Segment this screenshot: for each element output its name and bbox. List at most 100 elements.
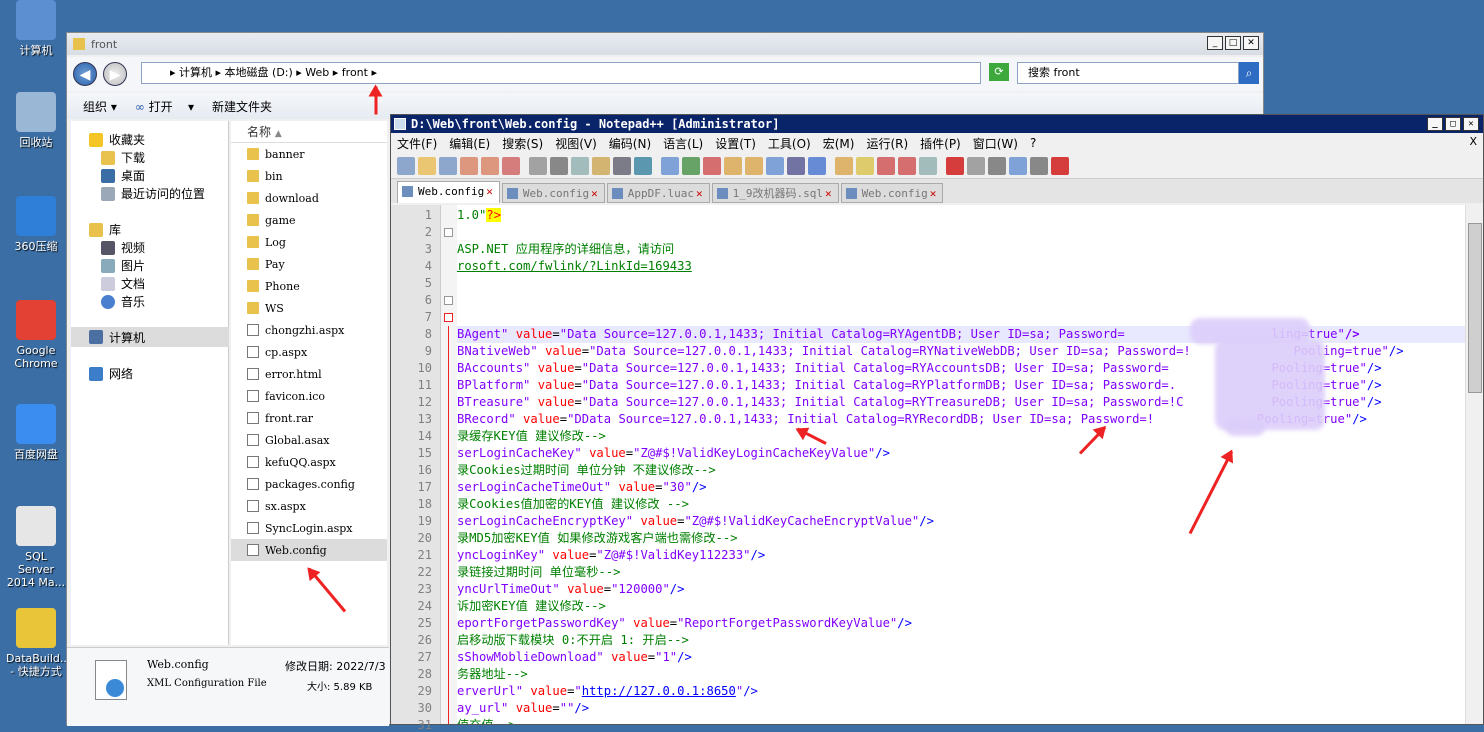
- close-document-x[interactable]: X: [1469, 135, 1477, 148]
- desktop-shortcut[interactable]: 百度网盘: [6, 404, 66, 461]
- file-row[interactable]: error.html: [231, 363, 387, 385]
- scrollbar-thumb[interactable]: [1468, 223, 1482, 393]
- file-row[interactable]: favicon.ico: [231, 385, 387, 407]
- file-row[interactable]: Global.asax: [231, 429, 387, 451]
- minimize-button[interactable]: _: [1207, 36, 1223, 50]
- file-tab[interactable]: Web.config ✕: [397, 181, 500, 203]
- nav-network[interactable]: 网络: [89, 365, 133, 382]
- close-tab-icon[interactable]: ✕: [591, 187, 598, 200]
- all-chars-icon[interactable]: [808, 156, 826, 175]
- save-all-icon[interactable]: [460, 156, 478, 175]
- search-input[interactable]: 搜索 front: [1017, 62, 1239, 84]
- print-icon[interactable]: [529, 156, 547, 175]
- menu-item[interactable]: ?: [1030, 136, 1036, 150]
- desktop-shortcut[interactable]: 计算机: [6, 0, 66, 57]
- address-bar[interactable]: ▸ 计算机 ▸ 本地磁盘 (D:) ▸ Web ▸ front ▸: [141, 62, 981, 84]
- file-tab[interactable]: AppDF.luac ✕: [606, 183, 710, 203]
- code-area[interactable]: 1.0"?> ASP.NET 应用程序的详细信息，请访问 rosoft.com/fw…: [457, 205, 1465, 724]
- file-tab[interactable]: 1_9改机器码.sql ✕: [711, 183, 839, 203]
- close-tab-icon[interactable]: ✕: [696, 187, 703, 200]
- column-header-name[interactable]: 名称 ▲: [231, 121, 387, 143]
- fold-toggle-icon[interactable]: [444, 228, 453, 237]
- fold-toggle-icon[interactable]: [444, 313, 453, 322]
- open-dropdown[interactable]: ▾: [188, 100, 194, 114]
- code-editor[interactable]: 1 2 3 4 5 6 7 8 9 10 11 12 13 14 15 16 17 18 19 20 21 22 23 24 2…: [391, 205, 1483, 732]
- file-row[interactable]: front.rar: [231, 407, 387, 429]
- maximize-button[interactable]: □: [1445, 117, 1461, 131]
- close-button[interactable]: ✕: [1243, 36, 1259, 50]
- file-row[interactable]: chongzhi.aspx: [231, 319, 387, 341]
- file-row[interactable]: download: [231, 187, 387, 209]
- cut-icon[interactable]: [550, 156, 568, 175]
- new-folder-button[interactable]: 新建文件夹: [212, 98, 272, 115]
- doc-map-icon[interactable]: [856, 156, 874, 175]
- nav-recent[interactable]: 最近访问的位置: [101, 185, 205, 202]
- menu-item[interactable]: 设置(T): [715, 135, 756, 152]
- refresh-button[interactable]: ⟳: [989, 63, 1009, 81]
- minimize-button[interactable]: _: [1427, 117, 1443, 131]
- search-icon[interactable]: ⌕: [1239, 62, 1259, 84]
- menu-item[interactable]: 搜索(S): [502, 135, 543, 152]
- desktop-shortcut[interactable]: Google Chrome: [6, 300, 66, 370]
- file-row[interactable]: SyncLogin.aspx: [231, 517, 387, 539]
- close-tab-icon[interactable]: ✕: [825, 187, 832, 200]
- nav-pictures[interactable]: 图片: [101, 257, 145, 274]
- sync-v-icon[interactable]: [745, 156, 763, 175]
- file-row[interactable]: Pay: [231, 253, 387, 275]
- desktop-shortcut[interactable]: 回收站: [6, 92, 66, 149]
- play-macro-icon[interactable]: [988, 156, 1006, 175]
- function-list-icon[interactable]: [877, 156, 895, 175]
- save-macro-icon[interactable]: [1030, 156, 1048, 175]
- file-row[interactable]: cp.aspx: [231, 341, 387, 363]
- menu-item[interactable]: 语言(L): [663, 135, 703, 152]
- back-button[interactable]: ◀: [73, 62, 97, 86]
- organize-button[interactable]: 组织 ▾: [83, 98, 117, 115]
- close-all-icon[interactable]: [502, 156, 520, 175]
- file-row[interactable]: bin: [231, 165, 387, 187]
- open-button[interactable]: ∞ 打开 ▾: [135, 98, 194, 115]
- indent-guide-icon[interactable]: [835, 156, 853, 175]
- nav-favorites[interactable]: 收藏夹: [89, 131, 145, 148]
- record-macro-icon[interactable]: [946, 156, 964, 175]
- close-button[interactable]: ✕: [1463, 117, 1479, 131]
- menu-item[interactable]: 插件(P): [920, 135, 961, 152]
- nav-music[interactable]: 音乐: [101, 293, 145, 310]
- wrap-icon[interactable]: [787, 156, 805, 175]
- open-file-icon[interactable]: [418, 156, 436, 175]
- spell-check-icon[interactable]: [1051, 156, 1069, 175]
- menu-item[interactable]: 文件(F): [397, 135, 437, 152]
- redo-icon[interactable]: [634, 156, 652, 175]
- copy-icon[interactable]: [571, 156, 589, 175]
- sync-h-icon[interactable]: [766, 156, 784, 175]
- file-row[interactable]: kefuQQ.aspx: [231, 451, 387, 473]
- file-row[interactable]: sx.aspx: [231, 495, 387, 517]
- file-row[interactable]: Web.config: [231, 539, 387, 561]
- maximize-button[interactable]: □: [1225, 36, 1241, 50]
- menu-item[interactable]: 视图(V): [555, 135, 597, 152]
- close-tab-icon[interactable]: ✕: [486, 185, 493, 198]
- save-icon[interactable]: [439, 156, 457, 175]
- file-tab[interactable]: Web.config ✕: [840, 183, 944, 203]
- desktop-shortcut[interactable]: 360压缩: [6, 196, 66, 253]
- menu-item[interactable]: 编码(N): [609, 135, 651, 152]
- zoom-in-icon[interactable]: [703, 156, 721, 175]
- file-row[interactable]: Phone: [231, 275, 387, 297]
- forward-button[interactable]: ▶: [103, 62, 127, 86]
- file-row[interactable]: banner: [231, 143, 387, 165]
- nav-libraries[interactable]: 库: [89, 221, 121, 238]
- nav-computer[interactable]: 计算机: [71, 327, 229, 347]
- find-icon[interactable]: [661, 156, 679, 175]
- new-file-icon[interactable]: [397, 156, 415, 175]
- paste-icon[interactable]: [592, 156, 610, 175]
- desktop-shortcut[interactable]: DataBuild... - 快捷方式: [6, 608, 70, 678]
- folder-workspace-icon[interactable]: [898, 156, 916, 175]
- close-tab-icon[interactable]: ✕: [930, 187, 937, 200]
- replace-icon[interactable]: [682, 156, 700, 175]
- file-row[interactable]: Log: [231, 231, 387, 253]
- desktop-shortcut[interactable]: SQL Server 2014 Ma...: [6, 506, 66, 589]
- menu-item[interactable]: 工具(O): [768, 135, 811, 152]
- file-tab[interactable]: Web.config ✕: [501, 183, 605, 203]
- nav-downloads[interactable]: 下载: [101, 149, 145, 166]
- fold-toggle-icon[interactable]: [444, 296, 453, 305]
- file-row[interactable]: packages.config: [231, 473, 387, 495]
